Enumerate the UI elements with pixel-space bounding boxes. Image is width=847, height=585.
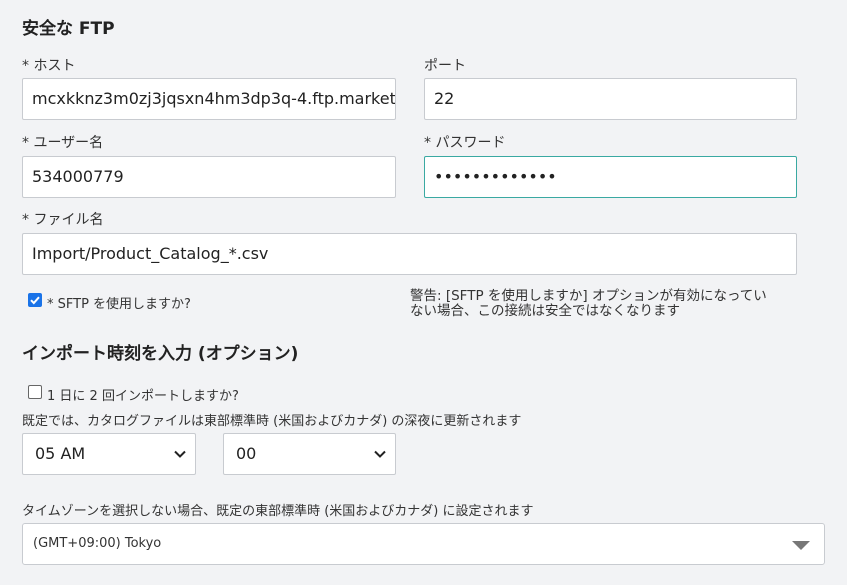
port-input[interactable]: 22: [424, 78, 797, 120]
port-label: ポート: [424, 58, 466, 74]
default-time-note: 既定では、カタログファイルは東部標準時 (米国およびカナダ) の深夜に更新されま…: [22, 414, 522, 429]
sftp-warning-line1: 警告: [SFTP を使用しますか] オプションが有効になってい: [410, 288, 767, 304]
sftp-label: * SFTP を使用しますか?: [47, 297, 191, 312]
import-twice-checkbox[interactable]: [28, 385, 42, 399]
minute-select[interactable]: 00: [223, 433, 396, 475]
hour-select-value: 05 AM: [35, 444, 86, 463]
dropdown-arrow-icon: [792, 541, 810, 550]
minute-select-value: 00: [236, 444, 257, 463]
hour-select[interactable]: 05 AM: [22, 433, 196, 475]
timezone-select-value: (GMT+09:00) Tokyo: [33, 536, 162, 551]
filename-input[interactable]: Import/Product_Catalog_*.csv: [22, 233, 797, 275]
sftp-checkbox[interactable]: [28, 293, 42, 307]
host-label: * ホスト: [22, 58, 76, 74]
username-label: * ユーザー名: [22, 135, 104, 151]
username-input[interactable]: 534000779: [22, 156, 396, 198]
import-twice-label: 1 日に 2 回インポートしますか?: [47, 389, 239, 404]
chevron-down-icon: [374, 450, 386, 458]
timezone-select[interactable]: (GMT+09:00) Tokyo: [22, 523, 825, 565]
sftp-warning: 警告: [SFTP を使用しますか] オプションが有効になってい ない場合、この…: [410, 289, 767, 319]
password-input[interactable]: •••••••••••••: [424, 156, 797, 198]
chevron-down-icon: [174, 450, 186, 458]
checkmark-icon: [30, 296, 40, 305]
import-time-title: インポート時刻を入力 (オプション): [22, 344, 299, 364]
timezone-note: タイムゾーンを選択しない場合、既定の東部標準時 (米国およびカナダ) に設定され…: [22, 504, 534, 519]
host-input[interactable]: mcxkknz3m0zj3jqsxn4hm3dp3q-4.ftp.marketi…: [22, 78, 396, 120]
filename-label: * ファイル名: [22, 212, 104, 228]
sftp-warning-line2: ない場合、この接続は安全ではなくなります: [410, 303, 680, 319]
section-title: 安全な FTP: [22, 19, 115, 39]
password-label: * パスワード: [424, 135, 506, 151]
